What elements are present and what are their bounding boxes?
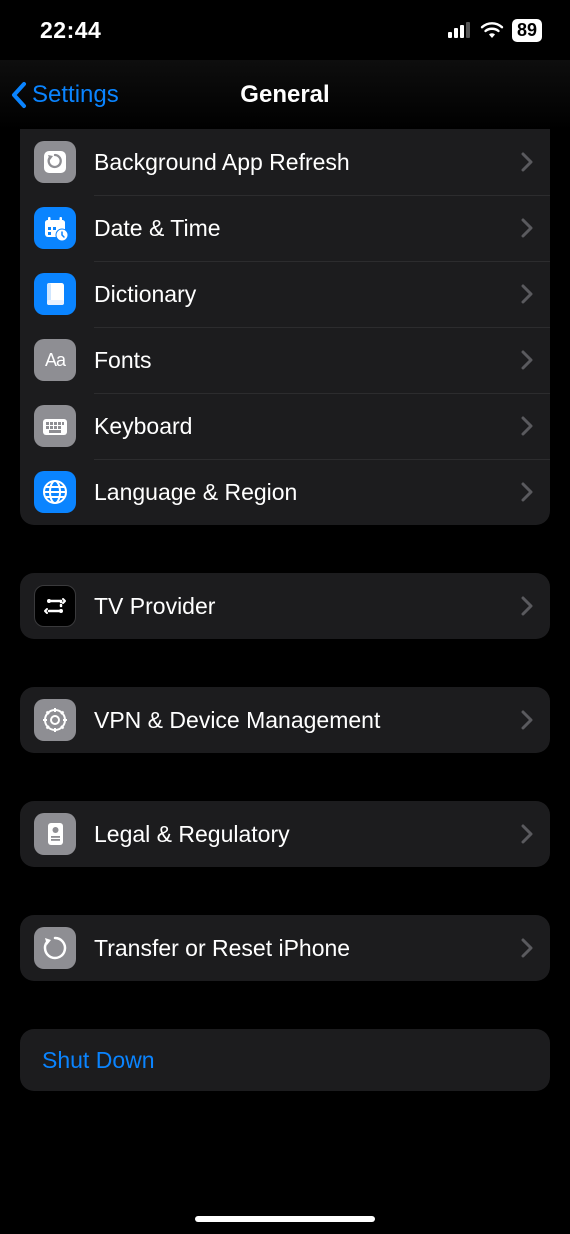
chevron-right-icon	[520, 284, 534, 304]
settings-row[interactable]: VPN & Device Management	[20, 687, 550, 753]
chevron-right-icon	[520, 938, 534, 958]
settings-row[interactable]: Legal & Regulatory	[20, 801, 550, 867]
settings-group: Shut Down	[20, 1029, 550, 1091]
settings-row[interactable]: Dictionary	[20, 261, 550, 327]
book-icon	[34, 273, 76, 315]
globe-icon	[34, 471, 76, 513]
settings-row-label: Language & Region	[94, 479, 512, 506]
status-bar: 22:44 89	[0, 0, 570, 60]
settings-row[interactable]: Date & Time	[20, 195, 550, 261]
home-indicator[interactable]	[195, 1216, 375, 1222]
settings-row-label: Fonts	[94, 347, 512, 374]
settings-row[interactable]: Language & Region	[20, 459, 550, 525]
back-label: Settings	[32, 81, 119, 109]
nav-bar: Settings General	[0, 60, 570, 130]
fonts-icon: Aa	[34, 339, 76, 381]
tv-provider-icon	[34, 585, 76, 627]
settings-row-label: Date & Time	[94, 215, 512, 242]
status-time: 22:44	[40, 17, 101, 44]
refresh-icon	[34, 141, 76, 183]
shut-down-button[interactable]: Shut Down	[20, 1029, 550, 1091]
settings-group: VPN & Device Management	[20, 687, 550, 753]
cellular-icon	[448, 22, 472, 38]
settings-group: TV Provider	[20, 573, 550, 639]
keyboard-icon	[34, 405, 76, 447]
settings-row-label: Dictionary	[94, 281, 512, 308]
settings-row[interactable]: Aa Fonts	[20, 327, 550, 393]
reset-icon	[34, 927, 76, 969]
status-indicators: 89	[448, 19, 542, 42]
settings-row[interactable]: TV Provider	[20, 573, 550, 639]
settings-group: Legal & Regulatory	[20, 801, 550, 867]
settings-row[interactable]: Transfer or Reset iPhone	[20, 915, 550, 981]
settings-row-label: Legal & Regulatory	[94, 821, 512, 848]
back-button[interactable]: Settings	[10, 81, 119, 109]
calendar-clock-icon	[34, 207, 76, 249]
settings-row-label: Keyboard	[94, 413, 512, 440]
settings-row[interactable]: Background App Refresh	[20, 129, 550, 195]
settings-group: Transfer or Reset iPhone	[20, 915, 550, 981]
chevron-right-icon	[520, 824, 534, 844]
gear-badge-icon	[34, 699, 76, 741]
settings-row-label: Background App Refresh	[94, 149, 512, 176]
settings-content: Background App Refresh Date & Time Diction…	[0, 129, 570, 1111]
settings-row-label: TV Provider	[94, 593, 512, 620]
chevron-left-icon	[10, 81, 32, 109]
chevron-right-icon	[520, 152, 534, 172]
chevron-right-icon	[520, 218, 534, 238]
battery-indicator: 89	[512, 19, 542, 42]
settings-row[interactable]: Keyboard	[20, 393, 550, 459]
chevron-right-icon	[520, 710, 534, 730]
wifi-icon	[480, 21, 504, 39]
settings-row-label: VPN & Device Management	[94, 707, 512, 734]
chevron-right-icon	[520, 350, 534, 370]
chevron-right-icon	[520, 416, 534, 436]
document-seal-icon	[34, 813, 76, 855]
chevron-right-icon	[520, 596, 534, 616]
page-title: General	[240, 81, 329, 109]
chevron-right-icon	[520, 482, 534, 502]
settings-group: Background App Refresh Date & Time Diction…	[20, 129, 550, 525]
settings-row-label: Transfer or Reset iPhone	[94, 935, 512, 962]
